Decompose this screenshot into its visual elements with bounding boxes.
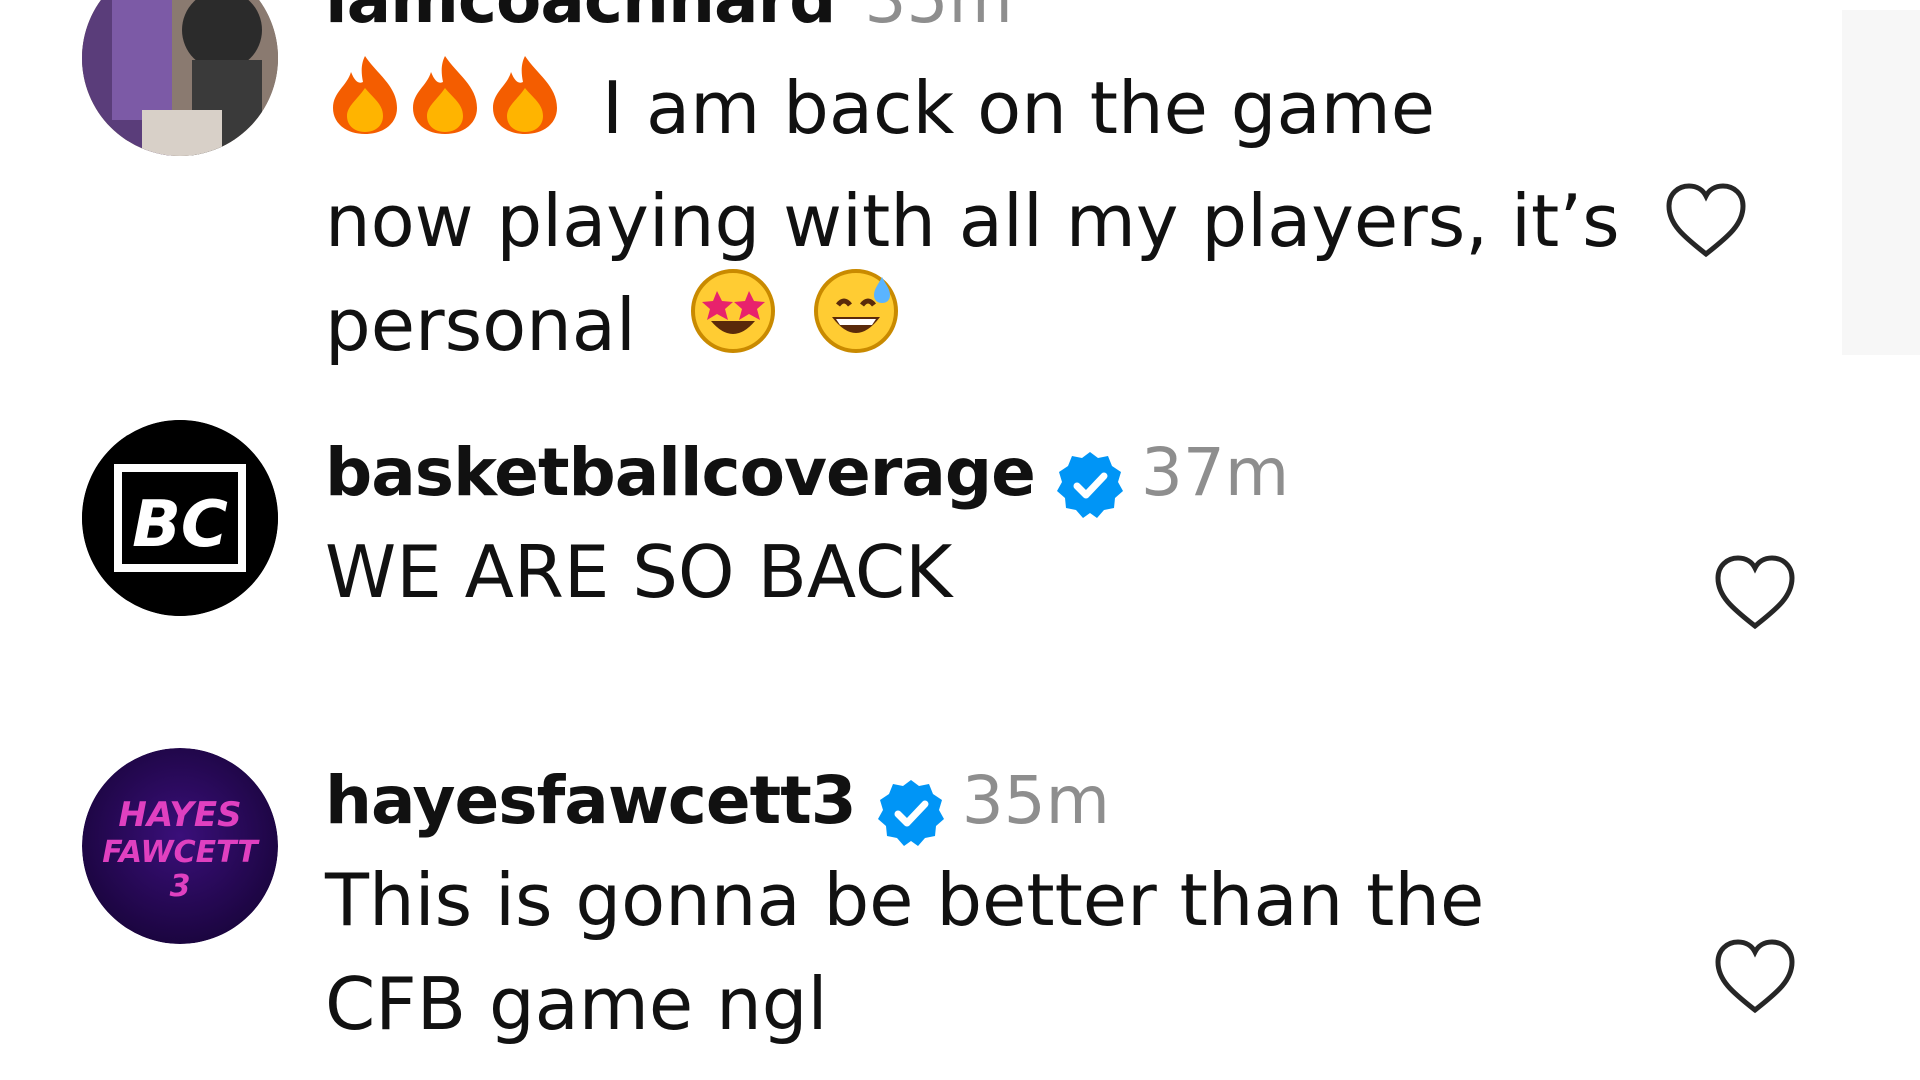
verified-badge-icon [1055,450,1125,520]
comment-text-line: CFB game ngl [325,962,828,1046]
comment-timestamp: 37m [1140,434,1290,511]
avatar-logo-text-line3: 3 [170,869,191,904]
scroll-edge [1842,0,1920,1080]
comment-text: This is gonna be better than the CFB gam… [325,848,1625,1056]
basketballcoverage-logo: BC [82,420,278,616]
avatar-logo-text-line1: HAYES [118,795,241,835]
comment-text: WE ARE SO BACK [325,530,953,614]
avatar[interactable] [82,0,278,156]
comment-username[interactable]: iamcoachnard [325,0,836,38]
hayesfawcett3-logo: HAYES FAWCETT 3 [82,748,278,944]
comment-text-line: I am back on the game [601,66,1436,150]
comments-panel: iamcoachnard 35m I am back on the game n… [0,0,1920,1080]
fire-emoji-icon [405,52,485,163]
comment-text-line: personal [325,283,636,367]
scroll-edge-shade [1842,10,1920,355]
avatar-photo [82,0,278,156]
fire-emoji-icon [485,52,565,163]
comment-text-line: This is gonna be better than the [325,858,1485,942]
like-heart-icon[interactable] [1663,180,1749,260]
avatar[interactable]: HAYES FAWCETT 3 [82,748,278,944]
grinning-sweat-emoji-icon [812,267,900,382]
avatar-logo-text-line2: FAWCETT [102,835,260,870]
like-heart-icon[interactable] [1712,552,1798,632]
avatar-logo-text: BC [132,488,228,562]
comment-timestamp: 35m [961,762,1110,839]
star-struck-emoji-icon [689,267,777,382]
comment-username[interactable]: hayesfawcett3 [325,762,857,839]
avatar[interactable]: BC [82,420,278,616]
fire-emoji-icon [325,52,405,163]
comment-text-line: now playing with all my players, it’s [325,178,1620,263]
comment-timestamp: 35m [864,0,1012,38]
like-heart-icon[interactable] [1712,936,1798,1016]
comment-text: I am back on the game now playing with a… [325,55,1625,388]
verified-badge-icon [876,778,946,848]
comment-username[interactable]: basketballcoverage [325,434,1036,511]
